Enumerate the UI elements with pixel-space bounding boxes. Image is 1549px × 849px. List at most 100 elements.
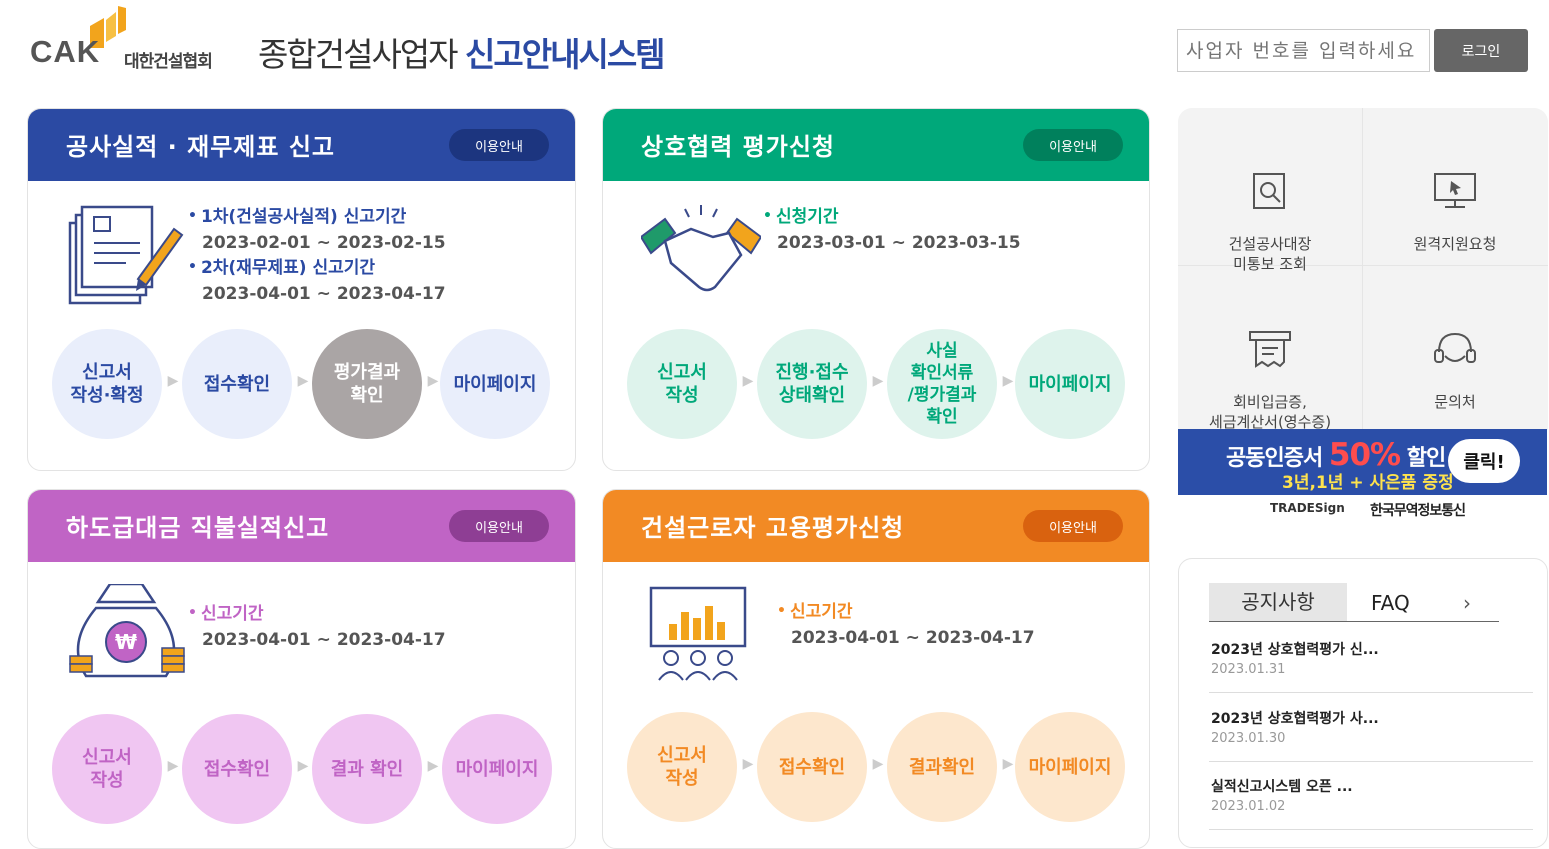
notice-title: 2023년 상호협력평가 사... — [1211, 711, 1379, 727]
guide-button[interactable]: 이용안내 — [1023, 510, 1123, 542]
period-range: 2023-04-01 ~ 2023-04-17 — [202, 630, 446, 650]
period-info: 신고기간 2023-04-01 ~ 2023-04-17 — [777, 600, 1035, 651]
step-mypage[interactable]: 마이페이지 — [440, 329, 550, 439]
card-cooperation-evaluation: 상호협력 평가신청 이용안내 신청기간 2023-03-01 ~ 2023-03… — [602, 108, 1150, 471]
step-write[interactable]: 신고서 작성 — [627, 712, 737, 822]
presentation-icon — [641, 584, 761, 694]
arrow-right-icon: ▶ — [1002, 373, 1014, 389]
remote-monitor-icon — [1434, 173, 1476, 208]
tab-notice[interactable]: 공지사항 — [1209, 583, 1347, 621]
notice-date: 2023.01.31 — [1211, 662, 1286, 677]
banner-brand-tradesign: TRADESign — [1270, 501, 1345, 515]
guide-button[interactable]: 이용안내 — [449, 129, 549, 161]
period-range: 2023-04-01 ~ 2023-04-17 — [202, 284, 446, 304]
guide-button[interactable]: 이용안내 — [1023, 129, 1123, 161]
arrow-right-icon: ▶ — [297, 758, 309, 774]
notice-title: 2023년 상호협력평가 신... — [1211, 642, 1379, 658]
logo-text: CAK — [30, 34, 101, 69]
tab-faq[interactable]: FAQ — [1371, 583, 1431, 621]
step-write[interactable]: 신고서 작성 — [52, 714, 162, 824]
step-receipt-check[interactable]: 접수확인 — [182, 714, 292, 824]
arrow-right-icon: ▶ — [167, 373, 179, 389]
chevron-right-icon[interactable]: › — [1463, 591, 1471, 615]
site-title-plain: 종합건설사업자 — [258, 35, 466, 74]
notice-date: 2023.01.30 — [1211, 731, 1286, 746]
step-fact-documents[interactable]: 사실 확인서류 /평가결과 확인 — [887, 329, 997, 439]
step-list: 신고서 작성·확정 ▶ 접수확인 ▶ 평가결과 확인 ▶ 마이페이지 — [52, 329, 552, 441]
money-bag-icon: ₩ — [66, 582, 186, 694]
headset-icon — [1434, 332, 1476, 363]
arrow-right-icon: ▶ — [872, 373, 884, 389]
notice-item[interactable]: 2023년 상호협력평가 사... 2023.01.30 — [1209, 694, 1533, 762]
card-header: 공사실적 · 재무제표 신고 이용안내 — [28, 109, 575, 181]
quick-menu-label: 문의처 — [1434, 393, 1476, 411]
step-result-check[interactable]: 평가결과 확인 — [312, 329, 422, 439]
quick-menu-contact[interactable]: 문의처 — [1363, 266, 1547, 424]
arrow-right-icon: ▶ — [297, 373, 309, 389]
notice-title: 실적신고시스템 오픈 ... — [1211, 779, 1353, 795]
header: CAK 대한건설협회 종합건설사업자 신고안내시스템 로그인 — [0, 0, 1549, 100]
site-title-bold: 신고안내시스템 — [465, 35, 666, 74]
banner-click-bubble[interactable]: 클릭! — [1448, 439, 1520, 483]
cak-logo[interactable]: CAK 대한건설협회 — [30, 6, 230, 72]
step-write-confirm[interactable]: 신고서 작성·확정 — [52, 329, 162, 439]
period-range: 2023-03-01 ~ 2023-03-15 — [777, 233, 1021, 253]
card-header: 건설근로자 고용평가신청 이용안내 — [603, 490, 1149, 562]
quick-menu-label: 원격지원요청 — [1413, 235, 1497, 253]
step-receipt-check[interactable]: 접수확인 — [757, 712, 867, 822]
quick-menu-remote-support[interactable]: 원격지원요청 — [1363, 108, 1547, 266]
card-performance-report: 공사실적 · 재무제표 신고 이용안내 1차(건설공사실적) 신고기간 2023… — [27, 108, 576, 471]
step-mypage[interactable]: 마이페이지 — [442, 714, 552, 824]
card-employment-evaluation: 건설근로자 고용평가신청 이용안내 신고기간 2023-04-01 ~ 2023… — [602, 489, 1150, 849]
step-mypage[interactable]: 마이페이지 — [1015, 712, 1125, 822]
tab-underline — [1209, 621, 1499, 622]
period-info: 1차(건설공사실적) 신고기간 2023-02-01 ~ 2023-02-15 … — [188, 205, 446, 307]
quick-menu-label: 회비입금증, 세금계산서(영수증) — [1208, 393, 1332, 430]
handshake-icon — [639, 201, 763, 311]
step-receipt-check[interactable]: 접수확인 — [182, 329, 292, 439]
arrow-right-icon: ▶ — [427, 758, 439, 774]
step-result-check[interactable]: 결과확인 — [887, 712, 997, 822]
period-label: 신고기간 — [777, 600, 1035, 626]
card-subcontract-payment: 하도급대금 직불실적신고 이용안내 ₩ 신고기간 2023-04-01 ~ 20… — [27, 489, 576, 849]
period-label: 신청기간 — [763, 205, 1021, 231]
banner-subline: 3년,1년 + 사은품 증정 — [1282, 473, 1454, 493]
notice-item[interactable]: 2023년 상호협력평가 신... 2023.01.31 — [1209, 625, 1533, 693]
arrow-right-icon: ▶ — [1002, 756, 1014, 772]
card-title: 하도급대금 직불실적신고 — [66, 514, 330, 542]
card-title: 상호협력 평가신청 — [641, 133, 835, 161]
quick-menu-construction-ledger[interactable]: 건설공사대장 미통보 조회 — [1178, 108, 1362, 273]
guide-button[interactable]: 이용안내 — [449, 510, 549, 542]
document-pen-icon — [66, 201, 186, 311]
card-title: 공사실적 · 재무제표 신고 — [66, 133, 335, 161]
period-label: 2차(재무제표) 신고기간 — [188, 256, 446, 282]
receipt-icon — [1249, 331, 1291, 368]
step-write[interactable]: 신고서 작성 — [627, 329, 737, 439]
arrow-right-icon: ▶ — [742, 756, 754, 772]
period-info: 신청기간 2023-03-01 ~ 2023-03-15 — [763, 205, 1021, 256]
arrow-right-icon: ▶ — [427, 373, 439, 389]
step-list: 신고서 작성 ▶ 접수확인 ▶ 결과 확인 ▶ 마이페이지 — [52, 714, 552, 826]
period-range: 2023-04-01 ~ 2023-04-17 — [791, 628, 1035, 648]
step-list: 신고서 작성 ▶ 진행·접수 상태확인 ▶ 사실 확인서류 /평가결과 확인 ▶… — [627, 329, 1127, 441]
svg-text:₩: ₩ — [115, 630, 137, 654]
certificate-discount-banner[interactable]: 공동인증서 50% 할인 3년,1년 + 사은품 증정 클릭! TRADESig… — [1178, 429, 1547, 522]
step-list: 신고서 작성 ▶ 접수확인 ▶ 결과확인 ▶ 마이페이지 — [627, 712, 1127, 824]
card-title: 건설근로자 고용평가신청 — [641, 514, 905, 542]
step-result-check[interactable]: 결과 확인 — [312, 714, 422, 824]
notice-date: 2023.01.02 — [1211, 799, 1286, 814]
banner-top: 공동인증서 50% 할인 3년,1년 + 사은품 증정 클릭! — [1178, 429, 1547, 495]
step-progress-status[interactable]: 진행·접수 상태확인 — [757, 329, 867, 439]
business-number-input[interactable] — [1177, 29, 1430, 72]
card-header: 상호협력 평가신청 이용안내 — [603, 109, 1149, 181]
period-label: 신고기간 — [188, 602, 446, 628]
arrow-right-icon: ▶ — [872, 756, 884, 772]
login-button[interactable]: 로그인 — [1434, 29, 1528, 72]
logo-org-name: 대한건설협회 — [124, 52, 213, 72]
period-range: 2023-02-01 ~ 2023-02-15 — [202, 233, 446, 253]
side-quick-menu: 건설공사대장 미통보 조회 원격지원요청 회비입금증, 세금계산서(영수증) 문… — [1178, 108, 1548, 430]
banner-brand-ktnet: 한국무역정보통신 — [1370, 503, 1466, 519]
step-mypage[interactable]: 마이페이지 — [1015, 329, 1125, 439]
notice-item[interactable]: 실적신고시스템 오픈 ... 2023.01.02 — [1209, 762, 1533, 830]
quick-menu-receipt[interactable]: 회비입금증, 세금계산서(영수증) — [1178, 266, 1362, 430]
